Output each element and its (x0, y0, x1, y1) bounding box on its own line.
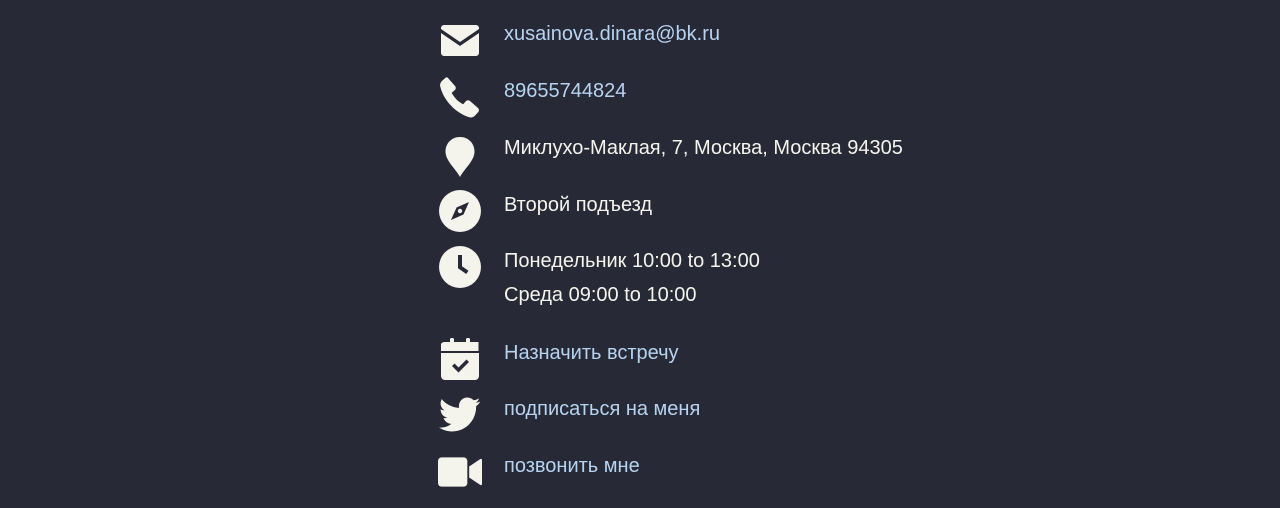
compass-icon (438, 190, 482, 234)
hours-text: Понедельник 10:00 to 13:00 Среда 09:00 t… (504, 249, 760, 307)
hours-line: Среда 09:00 to 10:00 (504, 284, 697, 306)
clock-icon (438, 246, 482, 290)
video-camera-icon (438, 455, 482, 499)
hours-line: Понедельник 10:00 to 13:00 (504, 250, 760, 272)
address-text: Миклухо-Маклая, 7, Москва, Москва 94305 (504, 137, 903, 159)
phone-icon (438, 76, 482, 120)
phone-link[interactable]: 89655744824 (504, 79, 626, 103)
video-call-link[interactable]: позвонить мне (504, 454, 640, 478)
envelope-icon (438, 24, 482, 68)
email-link[interactable]: xusainova.dinara@bk.ru (504, 22, 720, 46)
appointment-link[interactable]: Назначить встречу (504, 341, 679, 365)
map-pin-icon (438, 136, 482, 180)
twitter-icon (438, 397, 482, 441)
calendar-check-icon (438, 338, 482, 382)
directions-text: Второй подъезд (504, 194, 653, 216)
twitter-link[interactable]: подписаться на меня (504, 397, 700, 421)
